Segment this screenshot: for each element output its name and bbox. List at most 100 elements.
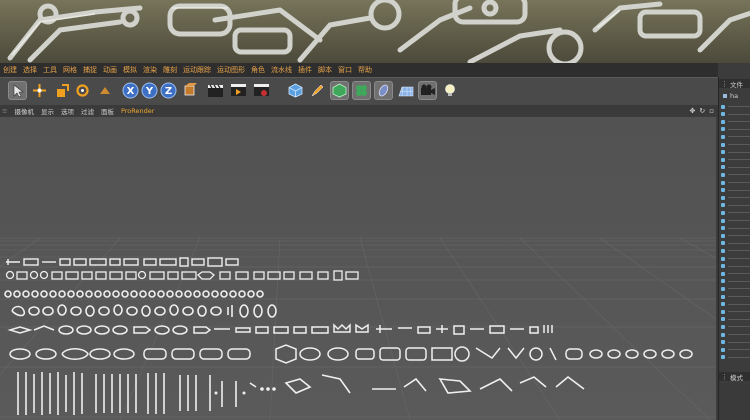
- object-row-line: [728, 250, 750, 252]
- object-row[interactable]: [721, 141, 750, 148]
- object-row[interactable]: [721, 263, 750, 270]
- parts-row-1: [6, 257, 239, 267]
- object-row[interactable]: [721, 232, 750, 239]
- move-tool-button[interactable]: [30, 81, 49, 100]
- scale-tool-button[interactable]: [52, 81, 71, 100]
- cube-primitive-button[interactable]: [286, 81, 305, 100]
- pan-icon[interactable]: ✥: [690, 107, 696, 115]
- recent-tool-button[interactable]: [95, 81, 114, 100]
- parts-row-6-plates: [9, 344, 693, 364]
- object-row-line: [728, 144, 750, 145]
- viewport-menu-cameras[interactable]: 摄像机: [14, 106, 34, 116]
- camera-button[interactable]: [418, 81, 437, 100]
- viewport-3d[interactable]: [0, 117, 716, 420]
- pen-spline-button[interactable]: [308, 81, 327, 100]
- axis-y-button[interactable]: Y: [140, 81, 159, 100]
- object-row[interactable]: [721, 331, 750, 338]
- object-row-line: [728, 189, 750, 191]
- object-row[interactable]: [721, 278, 750, 285]
- object-row[interactable]: [721, 225, 750, 232]
- object-row[interactable]: [721, 339, 750, 346]
- world-coordinates-icon: [184, 83, 197, 96]
- object-row[interactable]: [721, 316, 750, 323]
- object-row[interactable]: [721, 194, 750, 201]
- menu-mograph[interactable]: 运动图形: [217, 65, 245, 75]
- object-row-line: [728, 258, 750, 259]
- object-row[interactable]: [721, 202, 750, 209]
- menu-tools[interactable]: 工具: [43, 65, 57, 75]
- menu-plugins[interactable]: 插件: [298, 65, 312, 75]
- menu-help[interactable]: 帮助: [358, 65, 372, 75]
- axis-x-button[interactable]: X: [121, 81, 140, 100]
- object-row[interactable]: [721, 111, 750, 118]
- object-row[interactable]: [721, 164, 750, 171]
- object-row[interactable]: [721, 179, 750, 186]
- attributes-tab-mode[interactable]: 模式: [730, 372, 743, 382]
- object-row[interactable]: [721, 103, 750, 110]
- viewport-menu-prorender[interactable]: ProRender: [121, 107, 154, 115]
- viewport-menu-handle: ≡: [2, 106, 8, 115]
- floor-grid-icon: [398, 86, 413, 97]
- object-row[interactable]: [721, 187, 750, 194]
- menu-snap[interactable]: 捕捉: [83, 65, 97, 75]
- menu-mesh[interactable]: 网格: [63, 65, 77, 75]
- menu-sculpt[interactable]: 雕刻: [163, 65, 177, 75]
- select-tool-button[interactable]: [8, 81, 27, 100]
- object-row[interactable]: [721, 323, 750, 330]
- object-row-line: [728, 303, 750, 305]
- viewport-menu-display[interactable]: 显示: [41, 106, 54, 116]
- viewport-menu-filter[interactable]: 过滤: [81, 106, 94, 116]
- object-row[interactable]: [721, 240, 750, 247]
- object-row[interactable]: [721, 354, 750, 361]
- panel-tab-file[interactable]: 文件: [730, 79, 743, 89]
- object-row[interactable]: [721, 156, 750, 163]
- floor-environment-button[interactable]: [396, 81, 415, 100]
- object-row[interactable]: [721, 270, 750, 277]
- menu-animate[interactable]: 动画: [103, 65, 117, 75]
- rotate-tool-button[interactable]: [73, 81, 92, 100]
- menu-script[interactable]: 脚本: [318, 65, 332, 75]
- maximize-view-icon[interactable]: ▫: [709, 107, 714, 115]
- menu-render[interactable]: 渲染: [143, 65, 157, 75]
- object-row-line: [728, 151, 750, 153]
- menu-create[interactable]: 创建: [3, 65, 17, 75]
- object-row[interactable]: [721, 346, 750, 353]
- object-row[interactable]: [721, 255, 750, 262]
- object-row[interactable]: [721, 118, 750, 125]
- object-row[interactable]: [721, 171, 750, 178]
- object-type-icon: [723, 93, 727, 98]
- object-row[interactable]: [721, 247, 750, 254]
- object-row[interactable]: [721, 308, 750, 315]
- object-row[interactable]: [721, 126, 750, 133]
- object-root-row[interactable]: ha: [719, 91, 750, 100]
- object-row[interactable]: [721, 285, 750, 292]
- object-row[interactable]: [721, 293, 750, 300]
- orbit-icon[interactable]: ↻: [699, 107, 705, 115]
- viewport-menu-panel[interactable]: 面板: [101, 106, 114, 116]
- menu-pipeline[interactable]: 流水线: [271, 65, 292, 75]
- render-to-picture-viewer-button[interactable]: [229, 81, 248, 100]
- deformer-button[interactable]: [374, 81, 393, 100]
- array-clone-button[interactable]: [352, 81, 371, 100]
- coordinate-system-button[interactable]: [180, 81, 199, 100]
- object-row[interactable]: [721, 209, 750, 216]
- menu-select[interactable]: 选择: [23, 65, 37, 75]
- object-row[interactable]: [721, 149, 750, 156]
- menu-simulate[interactable]: 模拟: [123, 65, 137, 75]
- render-settings-button[interactable]: [252, 81, 271, 100]
- axis-z-button[interactable]: Z: [159, 81, 178, 100]
- object-row[interactable]: [721, 133, 750, 140]
- viewport-menu-options[interactable]: 选项: [61, 106, 74, 116]
- floor-grid-perspective: [0, 237, 716, 420]
- menu-motion-tracking[interactable]: 运动跟踪: [183, 65, 211, 75]
- subdivision-surface-button[interactable]: [330, 81, 349, 100]
- menu-window[interactable]: 窗口: [338, 65, 352, 75]
- attributes-grip-icon: ⋮: [721, 372, 728, 381]
- object-row-line: [728, 113, 750, 115]
- object-row[interactable]: [721, 217, 750, 224]
- object-row[interactable]: [721, 301, 750, 308]
- light-button[interactable]: [440, 81, 459, 100]
- object-marker-icon: [721, 279, 725, 284]
- menu-character[interactable]: 角色: [251, 65, 265, 75]
- render-view-button[interactable]: [206, 81, 225, 100]
